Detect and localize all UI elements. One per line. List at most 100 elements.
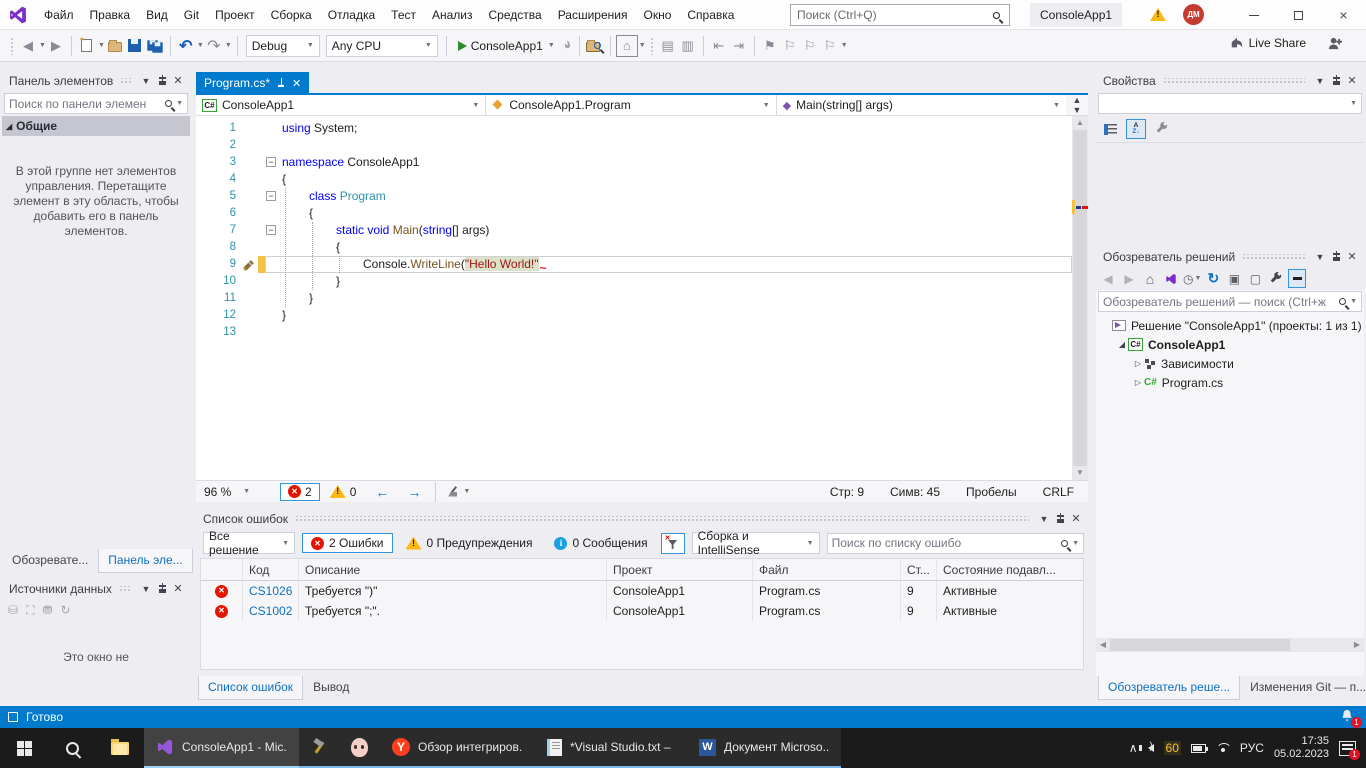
error-row-1[interactable]: CS1002Требуется ";".ConsoleApp1Program.c…: [201, 601, 1083, 621]
status-eol[interactable]: CRLF: [1043, 485, 1074, 499]
taskbar-clock[interactable]: 17:35 05.02.2023: [1274, 735, 1329, 761]
categorized-icon[interactable]: [1100, 119, 1120, 139]
pin-icon[interactable]: [1328, 249, 1344, 265]
find-in-files-icon[interactable]: [585, 35, 605, 57]
code-line-7[interactable]: 7−static void Main(string[] args): [196, 222, 1072, 239]
feedback-person-icon[interactable]: [1327, 36, 1342, 51]
menu-item-6[interactable]: Отладка: [320, 8, 383, 22]
member-dropdown[interactable]: ◆ Main(string[] args)▼: [777, 95, 1066, 115]
column-header-1[interactable]: Описание: [299, 559, 607, 580]
scope-dropdown[interactable]: Все решение▼: [203, 532, 295, 554]
menu-item-11[interactable]: Окно: [635, 8, 679, 22]
scrollbar-thumb[interactable]: [1110, 639, 1290, 651]
code-line-4[interactable]: 4{: [196, 171, 1072, 188]
tree-item-1[interactable]: ◢C#ConsoleApp1: [1096, 335, 1364, 354]
collapse-icon[interactable]: −: [266, 191, 276, 201]
code-line-5[interactable]: 5−class Program: [196, 188, 1072, 205]
configuration-dropdown[interactable]: Debug▼: [246, 35, 320, 57]
scroll-down-icon[interactable]: ▼: [1072, 466, 1088, 480]
tool-tab-0[interactable]: Обозреватель реше...: [1098, 676, 1240, 700]
menu-item-4[interactable]: Проект: [207, 8, 263, 22]
code-line-9[interactable]: 9Console.WriteLine("Hello World!"~: [196, 256, 1072, 273]
close-icon[interactable]: ✕: [292, 77, 301, 90]
user-avatar[interactable]: ДМ: [1183, 4, 1204, 25]
start-button[interactable]: [0, 728, 48, 768]
code-line-1[interactable]: 1using System;: [196, 120, 1072, 137]
start-debugging-button[interactable]: ConsoleApp1▼: [452, 35, 561, 57]
document-tab-programcs[interactable]: Program.cs* ✕: [196, 72, 309, 94]
wifi-icon[interactable]: [1216, 743, 1230, 753]
save-icon[interactable]: [125, 35, 145, 57]
collapse-icon[interactable]: −: [266, 225, 276, 235]
menu-item-5[interactable]: Сборка: [263, 8, 320, 22]
error-list-search-input[interactable]: Поиск по списку ошибо ▼: [827, 533, 1084, 554]
zoom-dropdown[interactable]: 96 %▼: [199, 482, 255, 502]
column-header-2[interactable]: Проект: [607, 559, 753, 580]
collapse-icon[interactable]: −: [266, 157, 276, 167]
tool-tab-1[interactable]: Вывод: [303, 676, 359, 700]
type-dropdown[interactable]: ConsoleApp1.Program▼: [486, 95, 776, 115]
window-position-menu-icon[interactable]: ▼: [1036, 511, 1052, 527]
platform-dropdown[interactable]: Any CPU▼: [326, 35, 438, 57]
code-cleanup-button[interactable]: ▼: [441, 486, 470, 498]
notifications-bell[interactable]: 1: [1340, 709, 1358, 725]
undo-icon[interactable]: ↶: [176, 35, 196, 57]
edit-data-source-icon[interactable]: ⛶: [26, 603, 34, 618]
close-icon[interactable]: ✕: [1344, 73, 1360, 89]
tray-expand-icon[interactable]: ∧: [1129, 741, 1138, 755]
window-position-menu-icon[interactable]: ▼: [138, 73, 154, 89]
navigate-forward-icon[interactable]: →: [398, 484, 430, 500]
close-icon[interactable]: ✕: [170, 581, 186, 597]
errors-filter-button[interactable]: 2 Ошибки: [302, 533, 393, 553]
pin-icon[interactable]: [154, 73, 170, 89]
properties-header[interactable]: Свойства ▼ ✕: [1096, 70, 1364, 91]
close-icon[interactable]: ✕: [1068, 511, 1084, 527]
column-header-3[interactable]: Файл: [753, 559, 901, 580]
properties-object-dropdown[interactable]: ▼: [1098, 93, 1362, 114]
redo-icon[interactable]: ↷: [204, 35, 224, 57]
refresh-icon[interactable]: ↻: [1204, 269, 1222, 288]
navigate-backward-icon[interactable]: ←: [366, 484, 398, 500]
column-header-5[interactable]: Состояние подавл...: [937, 559, 1083, 580]
toolbox-group-general[interactable]: ◢Общие: [2, 116, 190, 136]
status-spaces[interactable]: Пробелы: [966, 485, 1017, 499]
wrench-icon[interactable]: [1152, 119, 1172, 139]
menu-item-10[interactable]: Расширения: [550, 8, 636, 22]
toolbox-header[interactable]: Панель элементов ▼ ✕: [2, 70, 190, 91]
quick-search-input[interactable]: Поиск (Ctrl+Q): [790, 4, 1010, 26]
next-bookmark-icon[interactable]: ⚐: [800, 35, 820, 57]
solution-search-input[interactable]: Обозреватель решений — поиск (Ctrl+ж ▼: [1098, 291, 1362, 312]
window-position-menu-icon[interactable]: ▼: [1312, 73, 1328, 89]
editor-errors-indicator[interactable]: 2: [280, 483, 320, 501]
source-dropdown[interactable]: Сборка и IntelliSense▼: [692, 532, 820, 554]
tool-tab-1[interactable]: Изменения Git — п...: [1240, 676, 1366, 700]
taskbar-word[interactable]: WДокумент Microso...: [687, 728, 841, 768]
tray-indicator[interactable]: 60: [1164, 741, 1181, 755]
outline-margin[interactable]: −: [265, 222, 278, 239]
volume-icon[interactable]: [1148, 744, 1154, 752]
switch-views-icon[interactable]: [1162, 269, 1180, 288]
increase-indent-icon[interactable]: ⇥: [729, 35, 749, 57]
toggle-bookmark-icon[interactable]: ⚑: [760, 35, 780, 57]
open-file-icon[interactable]: [105, 35, 125, 57]
error-code[interactable]: CS1026: [243, 581, 299, 601]
project-dropdown[interactable]: C# ConsoleApp1▼: [196, 95, 486, 115]
close-icon[interactable]: ✕: [1344, 249, 1360, 265]
menu-item-0[interactable]: Файл: [36, 8, 82, 22]
new-project-icon[interactable]: [77, 35, 97, 57]
tool-tab-0[interactable]: Обозревате...: [2, 549, 98, 573]
minimize-button[interactable]: [1231, 0, 1276, 30]
solution-explorer-header[interactable]: Обозреватель решений ▼ ✕: [1096, 246, 1364, 267]
tool-tab-1[interactable]: Панель эле...: [98, 549, 192, 573]
wrench-icon[interactable]: [1267, 269, 1285, 288]
code-line-2[interactable]: 2: [196, 137, 1072, 154]
scroll-left-icon[interactable]: ◀: [1096, 638, 1110, 652]
live-share-button[interactable]: Live Share: [1230, 36, 1306, 50]
home-icon[interactable]: ⌂: [616, 35, 638, 57]
alphabetical-sort-icon[interactable]: AZ↓: [1126, 119, 1146, 139]
battery-icon[interactable]: [1191, 744, 1206, 753]
back-icon[interactable]: ◀: [1099, 269, 1117, 288]
taskbar-search-button[interactable]: [48, 728, 96, 768]
pin-icon[interactable]: [154, 581, 170, 597]
action-center-icon[interactable]: 1: [1339, 741, 1356, 756]
